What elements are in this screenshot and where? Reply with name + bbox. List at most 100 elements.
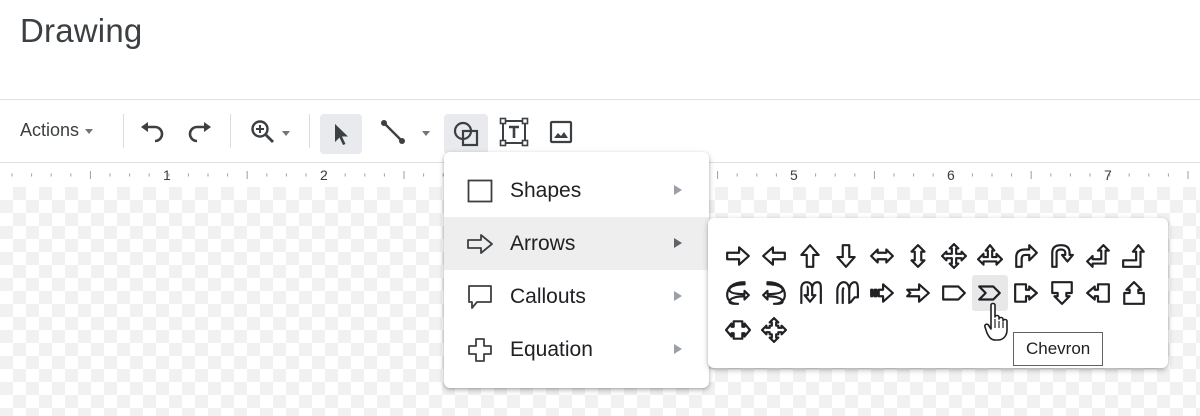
zoom-button[interactable]	[242, 114, 298, 150]
curved-down-arrow-icon	[836, 281, 859, 304]
text-box-button[interactable]	[496, 114, 532, 150]
down-arrow-callout-shape-button[interactable]	[1044, 275, 1080, 311]
menu-item-label: Arrows	[510, 231, 576, 255]
striped-right-arrow-icon	[870, 283, 894, 303]
line-icon	[381, 120, 405, 144]
left-right-arrow-callout-shape-button[interactable]	[720, 312, 756, 348]
shape-menu: Shapes Arrows Callouts Equation	[444, 152, 709, 388]
menu-item-shapes[interactable]: Shapes	[444, 164, 709, 217]
plus-outline-icon	[466, 336, 494, 364]
arrow-shape-row	[720, 275, 1160, 312]
notched-right-arrow-icon	[906, 283, 930, 303]
hand-cursor-icon	[984, 302, 1008, 341]
submenu-arrow-icon	[674, 185, 682, 195]
curved-right-arrow-icon	[726, 281, 750, 305]
u-turn-arrow-shape-button[interactable]	[1044, 238, 1080, 274]
menu-item-equation[interactable]: Equation	[444, 323, 709, 376]
bent-arrow-shape-button[interactable]	[1008, 238, 1044, 274]
quad-arrow-icon	[941, 243, 967, 269]
chevron-down-icon	[282, 131, 290, 136]
left-arrow-callout-shape-button[interactable]	[1080, 275, 1116, 311]
redo-icon	[188, 122, 211, 143]
actions-menu-button[interactable]: Actions	[12, 114, 101, 146]
up-arrow-callout-shape-button[interactable]	[1116, 275, 1152, 311]
curved-left-arrow-shape-button[interactable]	[756, 275, 792, 311]
menu-item-label: Equation	[510, 337, 593, 361]
app-title: Drawing	[20, 12, 143, 49]
right-arrow-callout-shape-button[interactable]	[1008, 275, 1044, 311]
down-arrow-callout-icon	[1051, 281, 1073, 305]
arrow-shape-row	[720, 238, 1160, 275]
notched-right-arrow-shape-button[interactable]	[900, 275, 936, 311]
actions-label: Actions	[20, 119, 80, 140]
shape-icon	[453, 121, 479, 147]
ruler-number: 1	[163, 167, 171, 183]
undo-button[interactable]	[134, 114, 170, 150]
tooltip: Chevron	[1013, 332, 1104, 366]
text-box-icon	[499, 117, 529, 147]
toolbar-divider	[230, 114, 231, 148]
select-icon	[335, 124, 348, 145]
quad-arrow-shape-button[interactable]	[936, 238, 972, 274]
curved-right-arrow-shape-button[interactable]	[720, 275, 756, 311]
quad-arrow-callout-icon	[761, 317, 787, 343]
curved-up-arrow-icon	[800, 281, 822, 304]
striped-right-arrow-shape-button[interactable]	[864, 275, 900, 311]
up-arrow-callout-icon	[1123, 281, 1145, 305]
left-right-arrow-callout-icon	[725, 320, 751, 340]
arrow-outline-icon	[466, 230, 494, 258]
menu-item-callouts[interactable]: Callouts	[444, 270, 709, 323]
toolbar-divider	[309, 114, 310, 148]
submenu-arrow-icon	[674, 344, 682, 354]
right-arrow-icon	[726, 246, 750, 266]
pentagon-arrow-icon	[942, 285, 966, 301]
left-right-up-arrow-shape-button[interactable]	[972, 238, 1008, 274]
pentagon-arrow-shape-button[interactable]	[936, 275, 972, 311]
chevron-down-icon	[85, 129, 94, 134]
left-arrow-icon	[762, 246, 786, 266]
up-arrow-icon	[800, 244, 820, 268]
menu-item-arrows[interactable]: Arrows	[444, 217, 709, 270]
undo-icon	[141, 122, 164, 143]
chevron-down-icon	[422, 131, 430, 136]
curved-left-arrow-icon	[762, 281, 786, 305]
ruler-number: 5	[790, 167, 798, 183]
submenu-arrow-icon	[674, 291, 682, 301]
zoom-icon	[251, 120, 274, 143]
left-right-arrow-shape-button[interactable]	[864, 238, 900, 274]
redo-button[interactable]	[182, 114, 218, 150]
curved-up-arrow-shape-button[interactable]	[792, 275, 828, 311]
ruler-number: 7	[1104, 167, 1112, 183]
menu-item-label: Callouts	[510, 284, 586, 308]
shape-tool-button[interactable]	[444, 114, 488, 154]
down-arrow-icon	[836, 244, 856, 268]
line-tool-button[interactable]	[371, 114, 437, 150]
submenu-arrow-icon	[674, 238, 682, 248]
callout-icon	[466, 283, 494, 311]
left-arrow-callout-icon	[1086, 283, 1110, 303]
down-arrow-shape-button[interactable]	[828, 238, 864, 274]
image-button[interactable]	[543, 114, 579, 150]
right-arrow-callout-icon	[1014, 283, 1038, 303]
bent-up-arrow-icon	[1122, 244, 1145, 268]
image-icon	[549, 120, 573, 144]
select-tool-button[interactable]	[320, 114, 362, 154]
up-down-arrow-icon	[910, 244, 926, 268]
left-arrow-shape-button[interactable]	[756, 238, 792, 274]
right-arrow-shape-button[interactable]	[720, 238, 756, 274]
bent-arrow-icon	[1015, 244, 1038, 268]
u-turn-arrow-icon	[1051, 244, 1074, 268]
quad-arrow-callout-shape-button[interactable]	[756, 312, 792, 348]
left-up-arrow-icon	[1086, 244, 1110, 268]
bent-up-arrow-shape-button[interactable]	[1116, 238, 1152, 274]
left-right-arrow-icon	[870, 248, 894, 264]
left-right-up-arrow-icon	[977, 244, 1003, 266]
up-down-arrow-shape-button[interactable]	[900, 238, 936, 274]
curved-down-arrow-shape-button[interactable]	[828, 275, 864, 311]
left-up-arrow-shape-button[interactable]	[1080, 238, 1116, 274]
rectangle-icon	[466, 177, 494, 205]
ruler-number: 6	[947, 167, 955, 183]
ruler-number: 2	[320, 167, 328, 183]
up-arrow-shape-button[interactable]	[792, 238, 828, 274]
toolbar-divider	[123, 114, 124, 148]
